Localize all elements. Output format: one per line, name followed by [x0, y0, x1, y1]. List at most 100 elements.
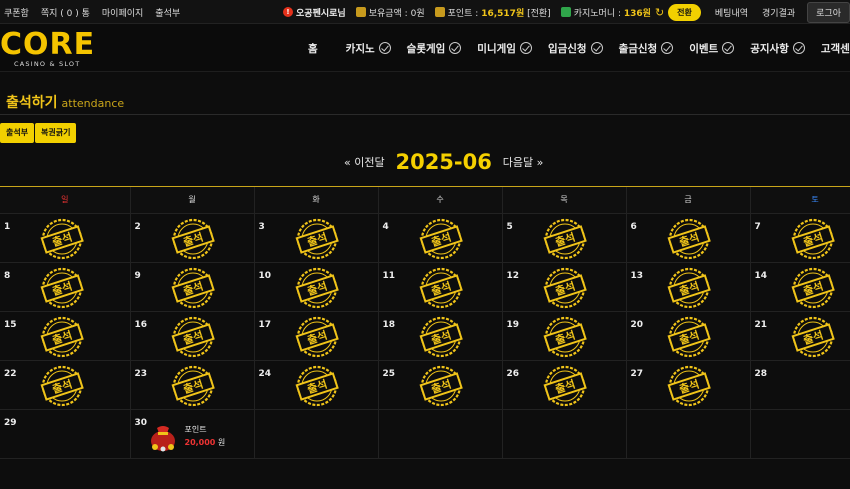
prev-month-link[interactable]: « 이전달: [344, 156, 385, 169]
nav-slot-label: 슬롯게임: [406, 42, 446, 55]
attendance-stamp-icon: 출석: [791, 218, 835, 259]
attendance-stamp-icon: 출석: [295, 218, 339, 259]
calendar-day-cell: 11 출석: [378, 262, 503, 312]
nav-home[interactable]: 홈: [308, 41, 318, 56]
reward-badge: 포인트 20,000 원: [149, 416, 259, 456]
attendance-stamp: 출석: [169, 365, 217, 407]
attendance-stamp-icon: 출석: [40, 218, 84, 259]
day-number: 9: [134, 270, 141, 281]
attendance-stamp-icon: 출석: [40, 316, 84, 357]
attendance-stamp-icon: 출석: [40, 365, 84, 406]
calendar-day-cell: 24 출석: [254, 360, 379, 410]
game-results-link[interactable]: 경기결과: [762, 6, 795, 19]
calendar-week: 1 출석 2 출석 3 출석 4 출석 5 출석 6 출석 7 출석: [0, 213, 850, 263]
refresh-icon[interactable]: ↻: [655, 6, 664, 19]
nav-support-label: 고객센: [820, 42, 850, 55]
day-number: 4: [382, 221, 389, 232]
calendar-day-cell: 17 출석: [254, 311, 379, 361]
nav-minigame[interactable]: 미니게임: [477, 41, 532, 56]
stamp-label: 출석: [553, 278, 577, 298]
calendar-day-cell: 20 출석: [626, 311, 751, 361]
attendance-stamp: 출석: [169, 218, 217, 260]
attendance-stamp-icon: 출석: [419, 218, 463, 259]
stamp-label: 출석: [677, 376, 701, 396]
attendance-stamp-icon: 출석: [171, 365, 215, 406]
calendar-day-cell: [502, 409, 627, 459]
attendance-stamp: 출석: [665, 365, 713, 407]
nav-slot[interactable]: 슬롯게임: [407, 41, 462, 56]
attendance-stamp-icon: 출석: [667, 218, 711, 259]
attendance-stamp-icon: 출석: [40, 267, 84, 308]
calendar-day-cell: 8 출석: [0, 262, 131, 312]
stamp-label: 출석: [429, 229, 453, 249]
nav-event[interactable]: 이벤트: [689, 41, 735, 56]
casino-money-info: 카지노머니 : 136원: [560, 6, 651, 19]
message-link[interactable]: 쪽지 ( 0 ) 통: [41, 6, 90, 19]
reward-bag-icon: [150, 425, 175, 451]
user-info: ! 오공펜시로님: [283, 6, 346, 19]
day-number: 5: [506, 221, 513, 232]
stamp-label: 출석: [429, 327, 453, 347]
convert-button[interactable]: 전환: [668, 3, 701, 21]
day-number: 17: [258, 319, 272, 330]
attendance-stamp-icon: 출석: [295, 365, 339, 406]
attendance-stamp-icon: 출석: [171, 316, 215, 357]
username: 오공펜시로님: [296, 8, 346, 19]
calendar-day-cell: 13 출석: [626, 262, 751, 312]
attendance-stamp: 출석: [417, 267, 465, 309]
attendance-stamp: 출석: [541, 365, 589, 407]
weekday-mon: 월: [130, 187, 255, 214]
nav-support[interactable]: 고객센: [821, 41, 850, 56]
calendar-week: 8 출석 9 출석 10 출석 11 출석 12 출석 13 출석 14 출석: [0, 262, 850, 312]
stamp-label: 출석: [50, 278, 74, 298]
day-number: 7: [754, 221, 761, 232]
attendance-stamp: 출석: [789, 218, 837, 260]
point-label: 포인트 :: [447, 8, 479, 19]
calendar-day-cell: 18 출석: [378, 311, 503, 361]
mypage-link[interactable]: 마이페이지: [102, 6, 143, 19]
stamp-label: 출석: [801, 229, 825, 249]
title-divider: [0, 114, 850, 115]
attendance-stamp-icon: 출석: [667, 267, 711, 308]
calendar-day-cell: 12 출석: [502, 262, 627, 312]
betting-history-link[interactable]: 베팅내역: [715, 6, 748, 19]
stamp-label: 출석: [553, 376, 577, 396]
wallet-icon: [355, 7, 366, 17]
next-month-link[interactable]: 다음달 »: [503, 156, 544, 169]
stamp-label: 출석: [305, 327, 329, 347]
attendance-stamp: 출석: [293, 365, 341, 407]
calendar-day-cell: 4 출석: [378, 213, 503, 263]
nav-deposit[interactable]: 입금신청: [548, 41, 603, 56]
reward-amount-unit: 원: [217, 437, 226, 447]
attendance-stamp-icon: 출석: [419, 316, 463, 357]
calendar-day-cell: 5 출석: [502, 213, 627, 263]
nav-casino[interactable]: 카지노: [346, 41, 391, 56]
day-number: 13: [630, 270, 644, 281]
weekday-tue: 화: [254, 187, 379, 214]
day-number: 11: [382, 270, 396, 281]
attendance-stamp: 출석: [665, 316, 713, 358]
day-number: 10: [258, 270, 272, 281]
coupon-link[interactable]: 쿠폰함: [4, 6, 29, 19]
weekday-wed: 수: [378, 187, 503, 214]
site-logo[interactable]: CORE CASINO & SLOT: [0, 29, 100, 69]
attendance-tab-button[interactable]: 출석부: [0, 123, 35, 143]
attendance-stamp-icon: 출석: [171, 267, 215, 308]
weekday-fri: 금: [626, 187, 751, 214]
calendar-day-cell: 22 출석: [0, 360, 131, 410]
main-nav: 홈 카지노 슬롯게임 미니게임 입금신청 출금신청 이벤트 공지사항 고객센: [308, 24, 850, 72]
logo-main: CORE: [0, 27, 96, 62]
point-value: 16,517원: [481, 8, 525, 19]
stamp-label: 출석: [677, 278, 701, 298]
balance-info: 보유금액 : 0원: [355, 6, 425, 19]
attendance-stamp-icon: 출석: [419, 267, 463, 308]
nav-notice[interactable]: 공지사항: [750, 41, 805, 56]
point-convert-link[interactable]: [전환]: [527, 6, 551, 19]
lottery-tab-button[interactable]: 복권긁기: [35, 123, 77, 143]
reward-label: 포인트: [184, 424, 207, 434]
logout-button[interactable]: 로그아: [807, 1, 850, 23]
attendance-link[interactable]: 출석부: [155, 6, 180, 19]
page-title-en: attendance: [61, 97, 125, 110]
check-circle-icon: [519, 42, 532, 54]
nav-withdraw[interactable]: 출금신청: [619, 41, 674, 56]
